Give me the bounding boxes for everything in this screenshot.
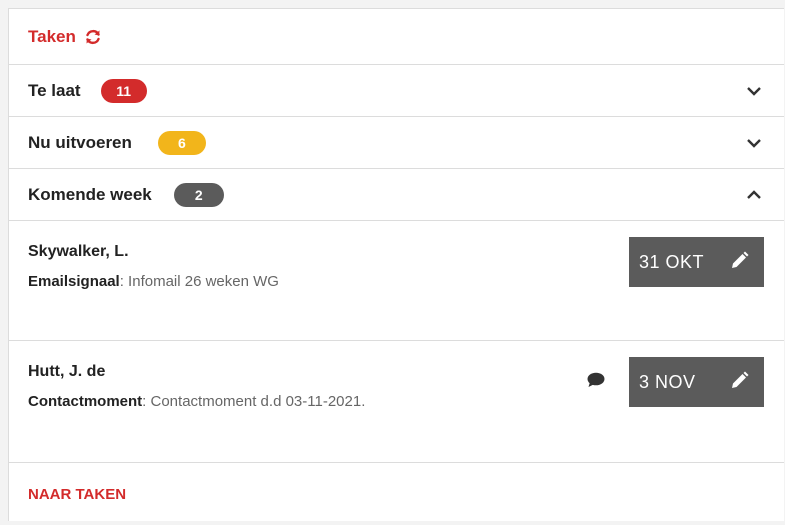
chevron-down-icon[interactable] — [745, 82, 763, 100]
refresh-icon[interactable] — [84, 28, 102, 46]
section-label: Te laat — [28, 80, 81, 100]
pencil-icon — [728, 250, 750, 272]
panel-title: Taken — [28, 26, 76, 46]
naar-taken-link[interactable]: NAAR TAKEN — [28, 486, 126, 503]
task-type: Contactmoment — [28, 393, 143, 410]
task-item: Skywalker, L. Emailsignaal: Infomail 26 … — [9, 221, 784, 341]
task-date: 3 NOV — [639, 371, 696, 392]
task-date: 31 OKT — [639, 251, 705, 272]
section-te-laat[interactable]: Te laat 11 — [9, 65, 784, 117]
panel-header: Taken — [9, 9, 784, 65]
comment-icon[interactable] — [586, 371, 606, 389]
task-item: Hutt, J. de Contactmoment: Contactmoment… — [9, 341, 784, 463]
section-nu-uitvoeren[interactable]: Nu uitvoeren 6 — [9, 117, 784, 169]
task-description: : Infomail 26 weken WG — [119, 273, 279, 290]
edit-date-button[interactable]: 31 OKT — [629, 237, 764, 287]
edit-date-button[interactable]: 3 NOV — [629, 357, 764, 407]
count-badge: 11 — [100, 78, 147, 103]
section-label: Nu uitvoeren — [28, 132, 132, 152]
tasks-panel: Taken Te laat 11 Nu uitvoeren 6 Komende … — [8, 8, 784, 521]
task-type: Emailsignaal — [28, 273, 120, 290]
section-komende-week[interactable]: Komende week 2 — [9, 169, 784, 221]
section-label: Komende week — [28, 184, 152, 204]
task-description: : Contactmoment d.d 03-11-2021. — [142, 393, 366, 410]
count-badge: 6 — [157, 130, 206, 155]
panel-footer: NAAR TAKEN — [9, 463, 784, 525]
pencil-icon — [728, 370, 750, 392]
chevron-down-icon[interactable] — [745, 134, 763, 152]
chevron-up-icon[interactable] — [745, 186, 763, 204]
count-badge: 2 — [173, 182, 224, 207]
